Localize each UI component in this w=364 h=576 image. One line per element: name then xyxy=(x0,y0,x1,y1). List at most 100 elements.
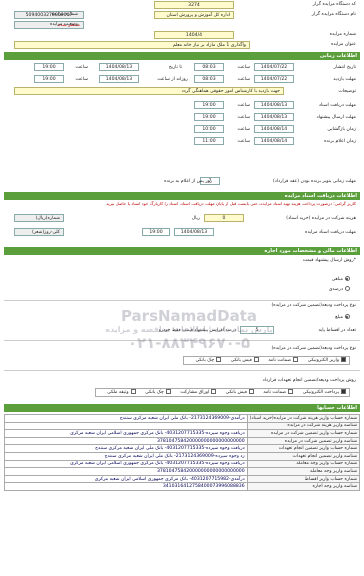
account-key: شناسه واریز تضمین انجام تعهدات xyxy=(246,451,361,461)
account-value: درآمدی-2173124369009- بانک ملی ایران شعب… xyxy=(4,414,248,423)
pay-electronic-checkbox[interactable] xyxy=(341,357,346,362)
docs-warning-note: کاربر گرامی: درصورت پرداخت هزینه تهیه اس… xyxy=(106,201,356,206)
contract-days-suffix: روز پس از اعلام به برنده xyxy=(164,179,212,184)
option-amount[interactable]: مبلغی xyxy=(332,276,350,282)
option-percent-label: درصدی xyxy=(328,287,343,292)
pay-slip-label: فیش بانکی xyxy=(230,358,252,363)
opening-row: زمان بازگشایی 1404/08/14 ساعت 10:00 xyxy=(4,124,360,135)
cpay-bonds-label: اوراق مشارکت xyxy=(180,390,210,395)
doc-deadline-row: مهلت دریافت اسناد 1404/08/13 ساعت 19:00 xyxy=(4,100,360,111)
pay-cheque-option[interactable]: چک بانکی xyxy=(195,357,222,363)
step-label: تعداد در اقساط پایه xyxy=(318,328,356,333)
doc-cost-currency: ریال xyxy=(191,216,200,221)
contract-deadline-label: مهلت زمانی بتوبر برنده بودن (عقد قرارداد… xyxy=(272,179,356,184)
visit-to-date-field[interactable]: 1404/08/13 xyxy=(99,75,139,83)
cpay-slip-label: فیش بانکی xyxy=(225,390,247,395)
publish-row: تاریخ انتشار 1404/07/22 ساعت 08:03 تا تا… xyxy=(4,62,360,73)
winner-time-field[interactable]: 11:00 xyxy=(194,137,224,145)
account-value xyxy=(4,421,248,431)
auction-details-page: 3274 کد دستگاه مزایده گزار اداره کل آموز… xyxy=(4,0,361,576)
cpay-property-checkbox[interactable] xyxy=(130,389,136,394)
option-amount-radio[interactable] xyxy=(345,276,350,281)
offer-deadline-clock-label: ساعت xyxy=(237,115,250,120)
publish-label: تاریخ انتشار xyxy=(333,65,356,70)
org-code-field: 3274 xyxy=(154,1,234,9)
org-code-label: کد دستگاه مزایده گزار xyxy=(312,2,356,7)
offer-deadline-row: مهلت ارسال پیشنهاد 1404/08/13 ساعت 19:00 xyxy=(4,112,360,123)
doc-unit-box-2: کلی-روز(شعر) xyxy=(14,228,64,236)
cpay-guarantee-checkbox[interactable] xyxy=(288,389,294,394)
doc-cost-row: هزینه شرکت در مزایده (خرید اسناد) 0 ریال… xyxy=(4,212,360,224)
auction-title-label: عنوان مزایده xyxy=(331,42,356,47)
publish-to-date-field[interactable]: 1404/08/13 xyxy=(99,63,139,71)
opening-clock-label: ساعت xyxy=(237,127,250,132)
watermark-phone: ۰۲۱-۸۸۳۴۹۶۷۰-۵ xyxy=(127,334,251,352)
guarantee-amount-option[interactable]: مبلغ xyxy=(335,314,350,320)
cpay-electronic-label: پرداخت الکترونیکی xyxy=(302,390,339,395)
status-row: منتشر شده وضعیت مزایده xyxy=(4,20,360,30)
pay-cheque-checkbox[interactable] xyxy=(216,357,222,362)
opening-time-field[interactable]: 10:00 xyxy=(194,125,224,133)
pay-method-options: واریز الکترونیکی ضمانت نامه فیش بانکی چک… xyxy=(183,356,350,365)
account-value: 3410316412758400073996088836 xyxy=(4,482,248,491)
pay-electronic-option[interactable]: واریز الکترونیکی xyxy=(307,357,346,363)
visit-date-field[interactable]: 1404/07/22 xyxy=(254,75,294,83)
publish-time-field[interactable]: 08:03 xyxy=(194,63,224,71)
pay-slip-checkbox[interactable] xyxy=(253,357,259,362)
cpay-cheque-label: چک بانکی xyxy=(145,390,164,395)
account-key: شماره حساب واریز تضمین انجام تعهدات xyxy=(246,444,361,453)
visit-to-time-field[interactable]: 19:00 xyxy=(34,75,64,83)
pay-slip-option[interactable]: فیش بانکی xyxy=(230,357,259,363)
cpay-electronic-checkbox[interactable] xyxy=(341,389,346,394)
pay-cheque-label: چک بانکی xyxy=(195,358,215,363)
table-row: شماره حساب واریز اقساط درآمدی-40312077159… xyxy=(4,474,361,484)
account-value: دریافت وجوه سپرده-4031207715335- بانک مل… xyxy=(4,444,248,453)
doc-cost-label: هزینه شرکت در مزایده (خرید اسناد) xyxy=(286,216,356,221)
account-value: 378104758420000000000000000000 xyxy=(4,467,248,476)
description-label: توضیحات xyxy=(338,89,356,94)
cpay-cheque-checkbox[interactable] xyxy=(165,389,171,394)
doc-unit-box: شماره(ریال) xyxy=(14,214,64,222)
org-name-field: اداره کل آموزش و پرورش استان xyxy=(154,11,234,19)
cpay-property-option[interactable]: وثیقه ملکی xyxy=(107,389,136,395)
offer-deadline-date-field[interactable]: 1404/08/13 xyxy=(254,113,294,121)
recode-field: 1404/4 xyxy=(154,31,234,39)
accounts-table: شماره حساب واریز هزینه شرکت در مزایده(خر… xyxy=(4,414,361,491)
doc-time-field: 19:00 xyxy=(142,228,170,236)
cpay-guarantee-option[interactable]: ضمانت نامه xyxy=(263,389,294,395)
recode-label: شماره مزایده xyxy=(329,32,356,37)
cpay-electronic-option[interactable]: پرداخت الکترونیکی xyxy=(302,389,346,395)
docs-section-header: اطلاعات دریافت اسناد مزایده xyxy=(4,192,360,200)
offer-deadline-time-field[interactable]: 19:00 xyxy=(194,113,224,121)
visit-time-field[interactable]: 08:03 xyxy=(194,75,224,83)
account-value: زد وجوه سپرده-2173124369009- بانک ملی ای… xyxy=(4,451,248,461)
cpay-cheque-option[interactable]: چک بانکی xyxy=(145,389,171,395)
price-method-options: مبلغی درصدی xyxy=(4,268,360,298)
table-row: شناسه واریز وجه اجاره 3410316412758400073… xyxy=(4,482,361,491)
option-percent[interactable]: درصدی xyxy=(329,286,350,292)
publish-to-time-field[interactable]: 19:00 xyxy=(34,63,64,71)
pay-guarantee-option[interactable]: ضمانت نامه xyxy=(268,357,299,363)
opening-date-field[interactable]: 1404/08/14 xyxy=(254,125,294,133)
winner-date-field[interactable]: 1404/08/14 xyxy=(254,137,294,145)
cpay-bonds-checkbox[interactable] xyxy=(211,389,217,394)
doc-deadline-time-field[interactable]: 19:00 xyxy=(194,101,224,109)
publish-to-clock-label: ساعت xyxy=(75,65,88,70)
winner-row: زمان اعلام برنده 1404/08/14 ساعت 11:00 xyxy=(4,136,360,147)
account-key: شناسه واریز وجه اجاره xyxy=(246,482,361,491)
account-key: شماره حساب واریز اقساط xyxy=(246,474,361,484)
account-key: شماره حساب واریز وجه معامله xyxy=(246,459,361,469)
cpay-guarantee-label: ضمانت نامه xyxy=(263,390,287,395)
visit-row: مهلت بازدید 1404/07/22 ساعت 08:03 روزانه… xyxy=(4,74,360,85)
publish-date-field[interactable]: 1404/07/22 xyxy=(254,63,294,71)
cpay-slip-option[interactable]: فیش بانکی xyxy=(225,389,254,395)
option-percent-radio[interactable] xyxy=(345,286,350,291)
pay-guarantee-checkbox[interactable] xyxy=(293,357,299,362)
doc-date-row: مهلت دریافت اسناد مزایده 1404/08/13 19:0… xyxy=(4,226,360,238)
cpay-slip-checkbox[interactable] xyxy=(248,389,254,394)
cpay-bonds-option[interactable]: اوراق مشارکت xyxy=(180,389,217,395)
guarantee-amount-radio[interactable] xyxy=(345,314,350,319)
accounts-section-header: اطلاعات حسابها xyxy=(4,404,360,412)
pay-electronic-label: واریز الکترونیکی xyxy=(307,358,339,363)
doc-deadline-date-field[interactable]: 1404/08/13 xyxy=(254,101,294,109)
